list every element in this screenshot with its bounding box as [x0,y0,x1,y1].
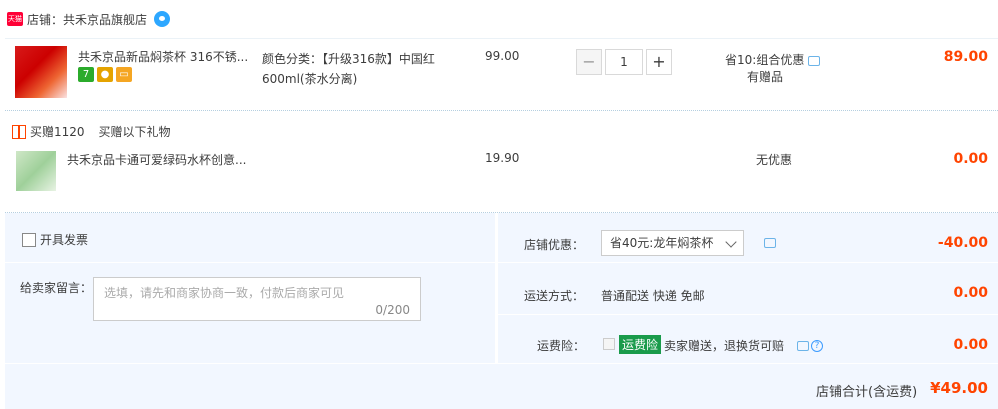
insurance-label: 运费险： [537,339,586,353]
gift-item-row: 买赠1120 买赠以下礼物 共禾京品卡通可爱绿码水杯创意... 19.90 无优… [5,111,998,213]
shipping-label: 运送方式： [524,289,585,303]
increase-qty-button[interactable]: + [646,49,672,75]
help-icon[interactable]: ? [811,339,823,352]
message-label: 给卖家留言： [20,281,93,295]
promo-info: 省10:组合优惠 [725,51,821,68]
comment-icon[interactable] [808,55,821,66]
credit-card-icon: ▭ [116,67,132,82]
gift-product-title[interactable]: 共禾京品卡通可爱绿码水杯创意... [67,151,246,168]
order-summary: 开具发票 给卖家留言： 选填，请先和商家协商一致，付款后商家可见 0/200 店… [5,213,998,409]
sku-info: 颜色分类：【升级316款】中国红600ml(茶水分离) [262,52,435,86]
promo-sub: 有赠品 [747,70,784,84]
gift-product-image[interactable] [16,151,56,191]
gift-promo: 无优惠 [756,153,793,167]
gift-header: 买赠1120 买赠以下礼物 [12,123,171,140]
insurance-checkbox [603,338,615,350]
service-badges: 7 ● ▭ [78,67,135,82]
item-total: 89.00 [943,49,988,65]
product-title[interactable]: 共禾京品新品焖茶杯 316不锈... [78,48,248,65]
message-char-count: 0/200 [375,303,410,317]
promo-text: 省10:组合优惠 [725,53,805,67]
tmall-badge: 天猫 [7,12,23,26]
shop-name-link[interactable]: 共禾京品旗舰店 [63,11,147,28]
invoice-checkbox[interactable] [22,232,36,247]
shop-total-label: 店铺合计(含运费) [816,385,918,400]
message-input[interactable]: 选填，请先和商家协商一致，付款后商家可见 0/200 [93,277,421,321]
shop-label: 店铺： [27,12,64,27]
chat-icon[interactable] [154,11,171,27]
cart-item-row: 共禾京品新品焖茶杯 316不锈... 7 ● ▭ 颜色分类：【升级316款】中国… [5,38,998,111]
gift-icon [12,124,26,139]
gift-head-text: 买赠1120 [30,125,85,139]
shop-total-value: ¥49.00 [930,379,988,397]
shop-discount-value: -40.00 [937,235,988,251]
comment-icon[interactable] [764,238,776,248]
comment-icon[interactable] [797,340,809,351]
unit-price: 99.00 [485,49,520,63]
shop-discount-selected: 省40元:龙年焖茶杯 [610,236,714,250]
shipping-value: 0.00 [953,285,988,301]
gift-price: 19.90 [485,151,520,165]
message-placeholder: 选填，请先和商家协商一致，付款后商家可见 [104,286,345,300]
chevron-down-icon [725,236,737,248]
seven-day-return-icon: 7 [78,67,94,82]
guarantee-icon: ● [97,67,113,82]
insurance-icons: ? [793,338,823,352]
product-image[interactable] [15,46,67,98]
insurance-text: 卖家赠送，退换货可赔 [664,339,785,353]
quantity-input[interactable]: 1 [605,49,643,75]
decrease-qty-button[interactable]: − [576,49,602,75]
quantity-stepper: − 1 + [576,49,672,75]
invoice-label: 开具发票 [40,233,89,247]
insurance-value: 0.00 [953,337,988,353]
gift-subhead: 买赠以下礼物 [98,125,171,139]
gift-total: 0.00 [953,151,988,167]
insurance-tag: 运费险 [619,335,662,354]
invoice-option[interactable]: 开具发票 [22,231,88,248]
shipping-method: 普通配送 快递 免邮 [601,289,705,303]
shop-discount-select[interactable]: 省40元:龙年焖茶杯 [601,230,744,256]
shop-discount-label: 店铺优惠： [524,238,585,252]
shop-header: 天猫 店铺： 共禾京品旗舰店 [0,0,998,38]
